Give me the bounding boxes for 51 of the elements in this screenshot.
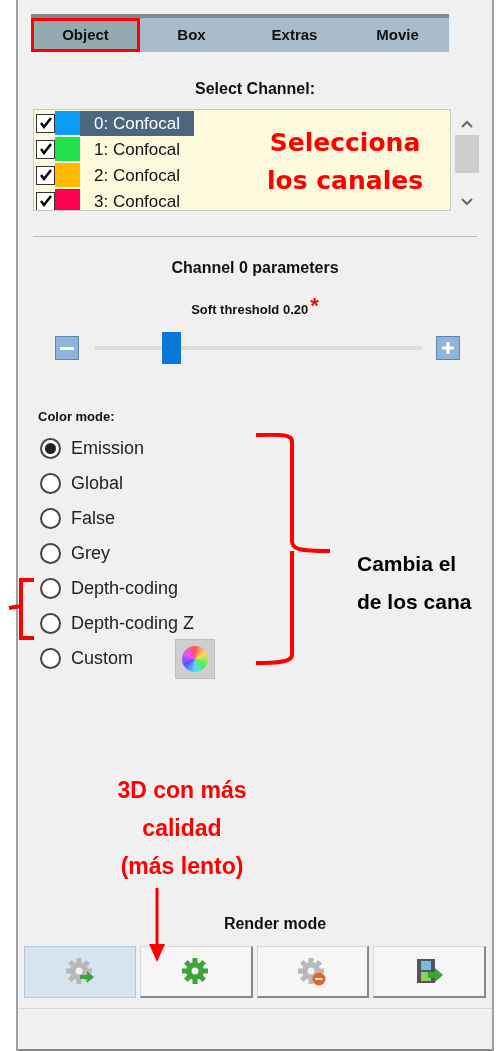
color-wheel-icon (182, 645, 208, 672)
radio-button[interactable] (40, 543, 61, 564)
section-title: Channel 0 parameters (170, 258, 340, 278)
scroll-down-icon[interactable] (460, 197, 474, 207)
checkbox[interactable] (36, 191, 55, 210)
radio-label: Depth-coding Z (71, 612, 195, 635)
checkbox[interactable] (36, 113, 55, 133)
channel-item[interactable]: 1: Confocal (80, 136, 194, 162)
section-title: Render mode (222, 914, 328, 934)
radio-label: False (71, 507, 116, 530)
gear-arrow-icon (64, 957, 95, 987)
minus-button[interactable] (55, 336, 79, 360)
plus-icon (441, 341, 455, 355)
radio-label: Global (71, 472, 125, 495)
radio-button[interactable] (40, 613, 61, 634)
section-title: Select Channel: (194, 80, 316, 98)
bracket-drawing (7, 578, 35, 640)
tab[interactable]: Extras (243, 18, 346, 52)
radio-label: Custom (71, 647, 134, 670)
channel-item[interactable]: 3: Confocal (80, 188, 194, 210)
asterisk-mark: * (310, 298, 319, 318)
gear-icon (180, 956, 211, 987)
radio-button[interactable] (40, 648, 61, 669)
render-mode-button[interactable] (139, 946, 253, 998)
radio-button[interactable] (40, 438, 61, 459)
render-mode-button[interactable] (256, 946, 370, 998)
tab[interactable]: Object (31, 18, 140, 52)
channel-item[interactable]: 2: Confocal (80, 162, 194, 188)
section-title: Color mode: (38, 409, 116, 425)
tab[interactable]: Box (140, 18, 243, 52)
slider-label: Soft threshold 0.20 (191, 302, 309, 318)
plus-button[interactable] (436, 336, 460, 360)
channel-item[interactable]: 0: Confocal (80, 110, 194, 136)
radio-button[interactable] (40, 473, 61, 494)
radio-button[interactable] (40, 508, 61, 529)
render-mode-button[interactable] (373, 946, 486, 998)
radio-label: Depth-coding (71, 577, 179, 600)
minus-icon (60, 346, 74, 350)
gear-minus-icon (297, 956, 328, 987)
slider-thumb[interactable] (161, 332, 181, 364)
tab[interactable]: Movie (346, 18, 449, 52)
radio-label: Emission (71, 437, 146, 460)
color-picker-button[interactable] (175, 638, 215, 679)
annotation-text: 3D con más calidad (más lento) (116, 776, 248, 881)
annotation-text: Cambia el de los cana (357, 551, 472, 615)
radio-label: Grey (71, 542, 111, 565)
radio-button[interactable] (40, 578, 61, 599)
checkbox[interactable] (36, 165, 55, 185)
annotation-text: Selecciona los canales (265, 127, 425, 197)
scroll-up-icon[interactable] (460, 119, 474, 129)
checkbox[interactable] (36, 139, 55, 159)
